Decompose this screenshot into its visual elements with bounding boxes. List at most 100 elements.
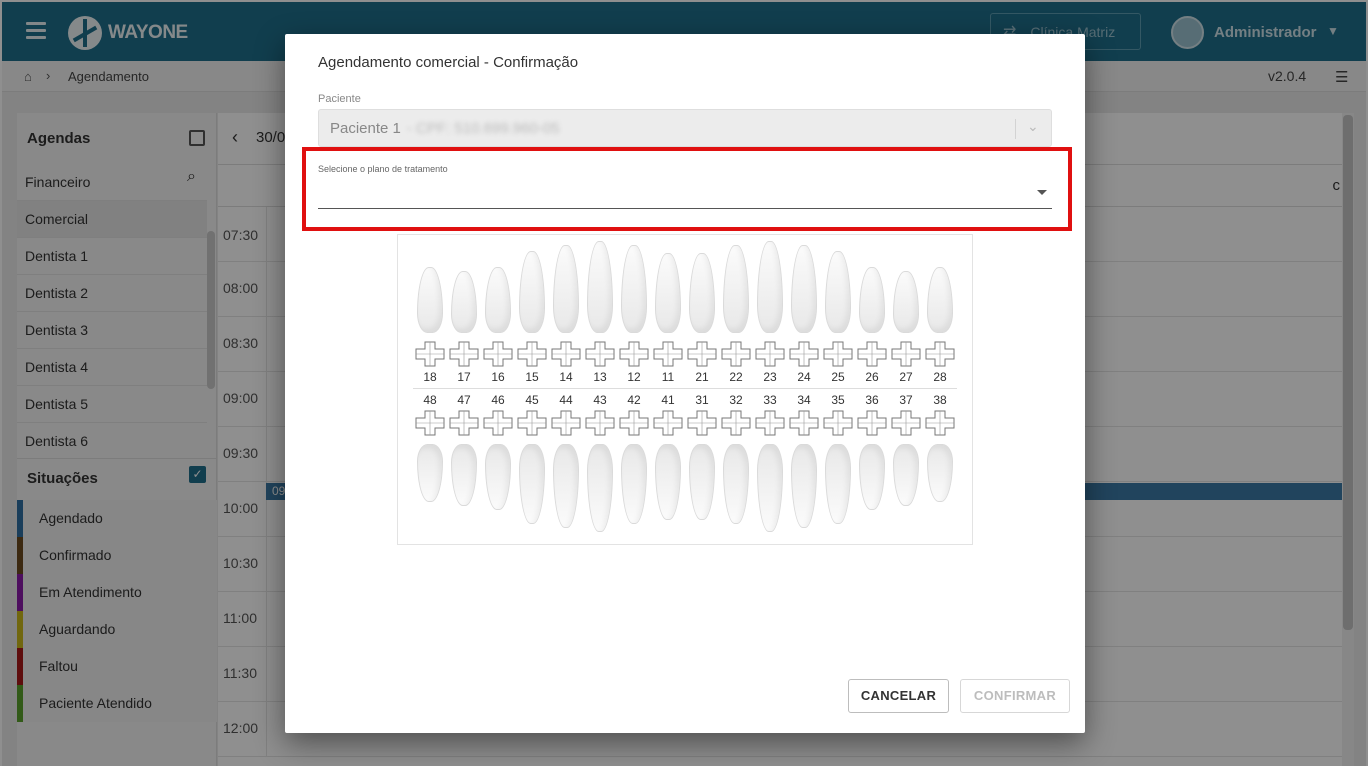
tooth-surface-selector[interactable] [619, 341, 649, 367]
tooth-43[interactable]: 43 [583, 392, 617, 532]
tooth-42[interactable]: 42 [617, 392, 651, 532]
tooth-image[interactable] [451, 444, 477, 506]
tooth-surface-selector[interactable] [687, 410, 717, 436]
tooth-surface-selector[interactable] [823, 410, 853, 436]
tooth-surface-selector[interactable] [619, 410, 649, 436]
tooth-image[interactable] [689, 253, 715, 333]
tooth-18[interactable]: 18 [413, 241, 447, 385]
tooth-surface-selector[interactable] [687, 341, 717, 367]
tooth-image[interactable] [791, 245, 817, 333]
tooth-48[interactable]: 48 [413, 392, 447, 532]
tooth-surface-selector[interactable] [925, 410, 955, 436]
tooth-surface-selector[interactable] [789, 341, 819, 367]
tooth-24[interactable]: 24 [787, 241, 821, 385]
tooth-12[interactable]: 12 [617, 241, 651, 385]
tooth-23[interactable]: 23 [753, 241, 787, 385]
tooth-surface-selector[interactable] [449, 410, 479, 436]
tooth-image[interactable] [689, 444, 715, 520]
tooth-image[interactable] [791, 444, 817, 528]
tooth-surface-selector[interactable] [755, 410, 785, 436]
tooth-image[interactable] [859, 267, 885, 333]
tooth-image[interactable] [893, 271, 919, 333]
tooth-surface-selector[interactable] [551, 410, 581, 436]
tooth-44[interactable]: 44 [549, 392, 583, 532]
tooth-image[interactable] [927, 444, 953, 502]
cancel-button[interactable]: CANCELAR [848, 679, 949, 713]
tooth-surface-selector[interactable] [483, 410, 513, 436]
tooth-image[interactable] [587, 444, 613, 532]
tooth-17[interactable]: 17 [447, 241, 481, 385]
tooth-surface-selector[interactable] [585, 341, 615, 367]
tooth-surface-selector[interactable] [415, 410, 445, 436]
tooth-14[interactable]: 14 [549, 241, 583, 385]
tooth-image[interactable] [621, 444, 647, 524]
tooth-image[interactable] [825, 444, 851, 524]
tooth-image[interactable] [519, 444, 545, 524]
tooth-image[interactable] [417, 444, 443, 502]
tooth-surface-selector[interactable] [721, 410, 751, 436]
tooth-surface-selector[interactable] [925, 341, 955, 367]
tooth-27[interactable]: 27 [889, 241, 923, 385]
tooth-surface-selector[interactable] [721, 341, 751, 367]
tooth-image[interactable] [519, 251, 545, 333]
tooth-38[interactable]: 38 [923, 392, 957, 532]
tooth-46[interactable]: 46 [481, 392, 515, 532]
tooth-11[interactable]: 11 [651, 241, 685, 385]
tooth-34[interactable]: 34 [787, 392, 821, 532]
tooth-surface-selector[interactable] [483, 341, 513, 367]
tooth-41[interactable]: 41 [651, 392, 685, 532]
tooth-image[interactable] [553, 444, 579, 528]
tooth-45[interactable]: 45 [515, 392, 549, 532]
tooth-13[interactable]: 13 [583, 241, 617, 385]
tooth-surface-selector[interactable] [551, 341, 581, 367]
tooth-surface-selector[interactable] [585, 410, 615, 436]
tooth-image[interactable] [893, 444, 919, 506]
tooth-36[interactable]: 36 [855, 392, 889, 532]
tooth-32[interactable]: 32 [719, 392, 753, 532]
caret-down-icon[interactable] [1037, 190, 1047, 195]
tooth-image[interactable] [485, 267, 511, 333]
tooth-image[interactable] [553, 245, 579, 333]
tooth-surface-selector[interactable] [653, 410, 683, 436]
tooth-surface-selector[interactable] [891, 341, 921, 367]
tooth-surface-selector[interactable] [857, 341, 887, 367]
tooth-28[interactable]: 28 [923, 241, 957, 385]
tooth-image[interactable] [757, 444, 783, 532]
tooth-surface-selector[interactable] [755, 341, 785, 367]
tooth-image[interactable] [485, 444, 511, 510]
treatment-plan-select[interactable] [318, 184, 1052, 209]
tooth-image[interactable] [927, 267, 953, 333]
tooth-surface-selector[interactable] [517, 341, 547, 367]
tooth-33[interactable]: 33 [753, 392, 787, 532]
tooth-image[interactable] [825, 251, 851, 333]
tooth-image[interactable] [723, 245, 749, 333]
tooth-image[interactable] [655, 253, 681, 333]
tooth-surface-selector[interactable] [415, 341, 445, 367]
tooth-image[interactable] [621, 245, 647, 333]
confirm-button[interactable]: CONFIRMAR [960, 679, 1070, 713]
tooth-31[interactable]: 31 [685, 392, 719, 532]
tooth-surface-selector[interactable] [857, 410, 887, 436]
tooth-image[interactable] [757, 241, 783, 333]
tooth-surface-selector[interactable] [823, 341, 853, 367]
tooth-26[interactable]: 26 [855, 241, 889, 385]
tooth-22[interactable]: 22 [719, 241, 753, 385]
tooth-surface-selector[interactable] [653, 341, 683, 367]
tooth-21[interactable]: 21 [685, 241, 719, 385]
tooth-image[interactable] [587, 241, 613, 333]
tooth-image[interactable] [451, 271, 477, 333]
tooth-image[interactable] [655, 444, 681, 520]
tooth-15[interactable]: 15 [515, 241, 549, 385]
tooth-surface-selector[interactable] [789, 410, 819, 436]
tooth-image[interactable] [417, 267, 443, 333]
tooth-image[interactable] [859, 444, 885, 510]
tooth-47[interactable]: 47 [447, 392, 481, 532]
tooth-25[interactable]: 25 [821, 241, 855, 385]
tooth-37[interactable]: 37 [889, 392, 923, 532]
tooth-surface-selector[interactable] [517, 410, 547, 436]
tooth-surface-selector[interactable] [449, 341, 479, 367]
tooth-16[interactable]: 16 [481, 241, 515, 385]
tooth-surface-selector[interactable] [891, 410, 921, 436]
tooth-35[interactable]: 35 [821, 392, 855, 532]
tooth-image[interactable] [723, 444, 749, 524]
